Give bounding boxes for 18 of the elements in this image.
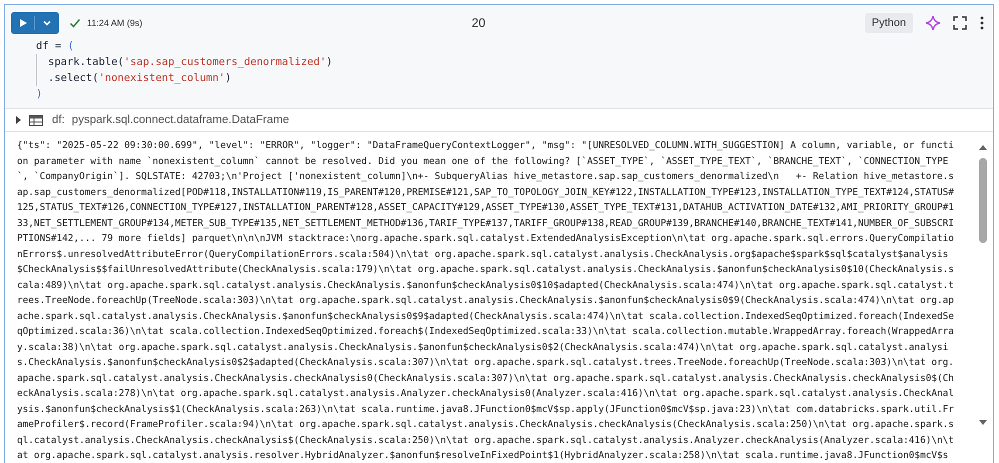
table-icon — [29, 114, 43, 126]
variable-type: pyspark.sql.connect.dataframe.DataFrame — [72, 114, 290, 126]
sparkle-icon[interactable] — [925, 15, 941, 31]
cell-number: 20 — [470, 16, 486, 30]
error-log: {"ts": "2025-05-22 09:30:00.699", "level": "ERROR", "logger": "DataFrameQueryContextLogger", "msg": "[UNRESOLVED_COLUMN.WITH_SUGGESTION] A column, variable, or functi on parameter with name `nonexistent_column` cannot be resolved. Did you mean one of the following? [`ASSET_TYPE`, `ASSET_TYPE_TEXT`, `BRANCHE_TEXT`, `CONNECTION_TYPE `, `CompanyOrigin`]. SQLSTATE: 42703;\n'Project ['nonexistent_column]\n+- SubqueryAlias hive_metastore.sap.sap_customers_denormalized\n +- Relation hive_metastore.s ap.sap_customers_denormalized[POD#118,INSTALLATION#119,IS_PARENT#120,PREMISE#121,SAP_TO_TOPOLOGY_JOIN_KEY#122,INSTALLATION_TYPE#123,INSTALLATION_TYPE_TEXT#124,STATUS# 125,STATUS_TEXT#126,CONNECTION_TYPE#127,INSTALLATION_PARENT#128,ASSET_CAPACITY#129,ASSET_TYPE#130,ASSET_TYPE_TEXT#131,DATAHUB_ACTIVATION_DATE#132,AMI_PRIORITY_GROUP#1 33,NET_SETTLEMENT_GROUP#134,METER_SUB_TYPE#135,NET_SETTLEMENT_METHOD#136,TARIF_TYPE#137,TARIFF_GROUP#138,READ_GROUP#139,BRANCHE#140,BRANCHE_TEXT#141,NUMBER_OF_SUBSCRI PTIONS#142,... 79 more fields] parquet\n\n\nJVM stacktrace:\norg.apache.spark.sql.catalyst.ExtendedAnalysisException\n\tat org.apache.spark.sql.errors.QueryCompilatio nErrors$.unresolvedAttributeError(QueryCompilationErrors.scala:504)\n\tat org.apache.spark.sql.catalyst.analysis.CheckAnalysis.org$apache$spark$sql$catalyst$analysis $CheckAnalysis$$failUnresolvedAttribute(CheckAnalysis.scala:179)\n\tat org.apache.spark.sql.catalyst.analysis.CheckAnalysis.$anonfun$checkAnalysis0$10(CheckAnalysis.s cala:489)\n\tat org.apache.spark.sql.catalyst.analysis.CheckAnalysis.$anonfun$checkAnalysis0$10$adapted(CheckAnalysis.scala:474)\n\tat org.apache.spark.sql.catalyst.t rees.TreeNode.foreachUp(TreeNode.scala:303)\n\tat org.apache.spark.sql.catalyst.analysis.CheckAnalysis.$anonfun$checkAnalysis0$9(CheckAnalysis.scala:474)\n\tat org.ap ache.spark.sql.catalyst.analysis.CheckAnalysis.$anonfun$checkAnalysis0$9$adapted(CheckAnalysis.scala:474)\n\tat scala.collection.IndexedSeqOptimized.foreach(IndexedSe qOptimized.scala:36)\n\tat scala.collection.IndexedSeqOptimized.foreach$(IndexedSeqOptimized.scala:33)\n\tat scala.collection.mutable.WrappedArray.foreach(WrappedArra y.scala:38)\n\tat org.apache.spark.sql.catalyst.analysis.CheckAnalysis.$anonfun$checkAnalysis0$2(CheckAnalysis.scala:474)\n\tat org.apache.spark.sql.catalyst.analysi s.CheckAnalysis.$anonfun$checkAnalysis0$2$adapted(CheckAnalysis.scala:307)\n\tat org.apache.spark.sql.catalyst.trees.TreeNode.foreachUp(TreeNode.scala:303)\n\tat org. apache.spark.sql.catalyst.analysis.CheckAnalysis.checkAnalysis0(CheckAnalysis.scala:307)\n\tat org.apache.spark.sql.catalyst.analysis.CheckAnalysis.checkAnalysis0$(Ch eckAnalysis.scala:278)\n\tat org.apache.spark.sql.catalyst.analysis.Analyzer.checkAnalysis0(Analyzer.scala:416)\n\tat org.apache.spark.sql.catalyst.analysis.CheckAnal ysis.$anonfun$checkAnalysis$1(CheckAnalysis.scala:263)\n\tat scala.runtime.java8.JFunction0$mcV$sp.apply(JFunction0$mcV$sp.java:23)\n\tat com.databricks.spark.util.Fr ameProfiler$.record(FrameProfiler.scala:94)\n\tat org.apache.spark.sql.catalyst.analysis.CheckAnalysis.checkAnalysis(CheckAnalysis.scala:250)\n\tat org.apache.spark.s ql.catalyst.analysis.CheckAnalysis.checkAnalysis$(CheckAnalysis.scala:250)\n\tat org.apache.spark.sql.catalyst.analysis.Analyzer.checkAnalysis(Analyzer.scala:416)\n\t at org.apache.spark.sql.catalyst.analysis.resolver.HybridAnalyzer.$anonfun$resolveInFixedPoint$1(HybridAnalyzer.scala:258)\n\tat scala.runtime.java8.JFunction0$mcV$s — [17, 139, 955, 463]
code-line: spark.table('sap.sap_customers_denormalized') — [36, 54, 993, 70]
caret-icon — [42, 18, 52, 28]
run-button[interactable] — [11, 12, 59, 34]
expand-arrow-icon[interactable] — [14, 116, 22, 124]
code-line: ) — [36, 87, 44, 102]
run-time: 11:24 AM (9s) — [87, 18, 142, 28]
more-icon[interactable] — [979, 16, 985, 30]
code-line: .select('nonexistent_column') — [36, 70, 993, 86]
language-button[interactable]: Python — [864, 13, 913, 33]
play-icon — [18, 18, 28, 28]
code-line: df = ( — [36, 39, 75, 54]
variable-name: df: — [52, 114, 65, 126]
fullscreen-icon[interactable] — [953, 16, 967, 30]
